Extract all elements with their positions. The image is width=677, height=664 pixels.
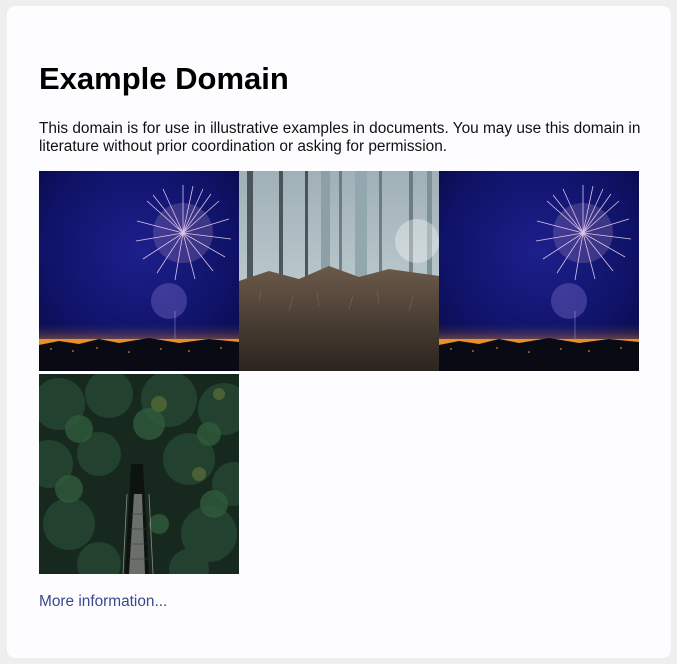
fireworks-image	[39, 171, 239, 371]
page-title: Example Domain	[39, 61, 289, 96]
foggy-forest-image	[239, 171, 439, 371]
page-description: This domain is for use in illustrative e…	[39, 120, 641, 155]
page-card: Example Domain This domain is for use in…	[7, 6, 671, 658]
image-gallery	[39, 171, 639, 574]
more-information-link[interactable]: More information...	[39, 592, 167, 612]
forest-bridge-image	[39, 374, 239, 574]
fireworks-image	[439, 171, 639, 371]
